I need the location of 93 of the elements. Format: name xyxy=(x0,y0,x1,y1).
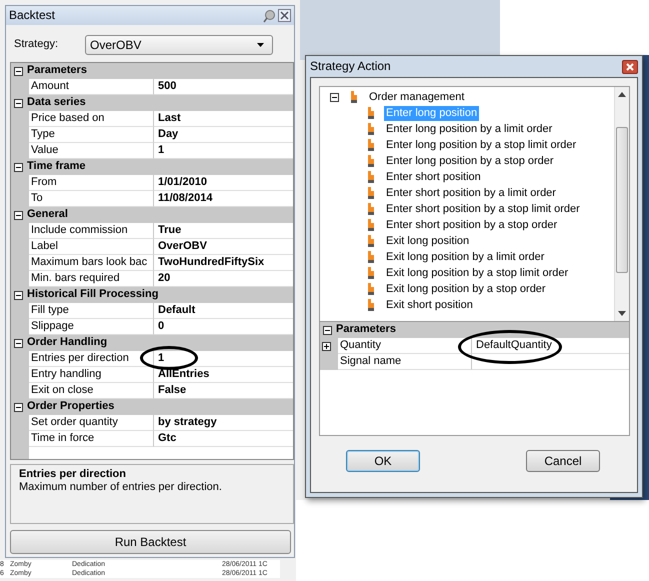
property-value[interactable]: AllEntries xyxy=(158,368,210,380)
property-value[interactable]: 1/01/2010 xyxy=(158,176,207,188)
expand-toggle[interactable] xyxy=(14,210,23,220)
tree-item[interactable]: Enter long position by a limit order xyxy=(384,122,554,136)
property-value[interactable]: Last xyxy=(158,112,181,124)
property-value[interactable]: OverOBV xyxy=(158,240,207,252)
expand-toggle[interactable] xyxy=(14,402,23,412)
category-header: Order Handling xyxy=(27,336,108,350)
scroll-up-icon[interactable] xyxy=(618,92,626,97)
expand-toggle[interactable] xyxy=(14,98,23,108)
scroll-down-icon[interactable] xyxy=(618,311,626,316)
expand-toggle[interactable] xyxy=(322,342,331,350)
expand-toggle[interactable] xyxy=(323,326,332,334)
strategy-dropdown[interactable]: OverOBV xyxy=(85,35,274,55)
window-title: Backtest xyxy=(9,8,56,23)
tree-item[interactable]: Exit long position xyxy=(384,234,472,248)
property-label: From xyxy=(29,175,154,191)
hand-icon xyxy=(366,122,376,136)
hand-icon xyxy=(366,154,376,168)
property-label: Time in force xyxy=(29,431,154,447)
expand-toggle[interactable] xyxy=(14,338,23,348)
tree-item[interactable]: Order management xyxy=(367,90,466,104)
property-label: Signal name xyxy=(340,355,402,367)
property-label: Type xyxy=(29,127,154,143)
run-backtest-button[interactable]: Run Backtest xyxy=(10,530,291,554)
tree-item[interactable]: Exit long position by a stop limit order xyxy=(384,266,570,280)
hand-icon xyxy=(366,282,376,296)
property-value[interactable]: 1 xyxy=(158,144,164,156)
category-header: Parameters xyxy=(27,64,87,78)
hand-icon xyxy=(349,90,359,104)
property-value[interactable]: 500 xyxy=(158,80,176,92)
property-label: Quantity xyxy=(340,339,381,351)
tree-item[interactable]: Enter short position by a limit order xyxy=(384,186,558,200)
property-label: Entries per direction xyxy=(29,351,154,367)
property-value[interactable]: False xyxy=(158,384,186,396)
property-value[interactable]: TwoHundredFiftySix xyxy=(158,256,264,268)
tree-item[interactable]: Exit long position by a stop order xyxy=(384,282,548,296)
category-header: Data series xyxy=(27,96,86,110)
tree-item[interactable]: Enter long position by a stop order xyxy=(384,154,556,168)
property-value[interactable]: 0 xyxy=(158,320,164,332)
close-icon xyxy=(626,62,634,70)
category-header: Historical Fill Processing xyxy=(27,288,158,302)
property-label: Include commission xyxy=(29,223,154,239)
expand-toggle[interactable] xyxy=(14,290,23,300)
description-title: Entries per direction xyxy=(19,468,127,482)
expand-toggle[interactable] xyxy=(14,66,23,76)
property-value[interactable]: 20 xyxy=(158,272,170,284)
tree-item[interactable]: Enter short position xyxy=(384,170,483,184)
dropdown-arrow-icon xyxy=(257,43,264,47)
property-value[interactable]: Default xyxy=(158,304,196,316)
scroll-thumb[interactable] xyxy=(616,127,628,273)
tree-item[interactable]: Exit long position by a limit order xyxy=(384,250,546,264)
category-header: Time frame xyxy=(27,160,86,174)
close-icon[interactable] xyxy=(278,9,291,22)
property-value[interactable]: 11/08/2014 xyxy=(158,192,212,204)
property-value[interactable]: Day xyxy=(158,128,178,140)
category-header: General xyxy=(27,208,68,222)
strategy-label: Strategy: xyxy=(14,38,58,52)
property-label: Maximum bars look bac xyxy=(29,255,154,271)
hand-icon xyxy=(366,234,376,248)
dialog-title: Strategy Action xyxy=(310,59,391,74)
expand-toggle[interactable] xyxy=(330,92,339,102)
hand-icon xyxy=(366,186,376,200)
ok-button[interactable]: OK xyxy=(346,450,420,472)
property-label: Entry handling xyxy=(29,367,154,383)
hand-icon xyxy=(366,250,376,264)
property-value[interactable]: by strategy xyxy=(158,416,217,428)
tree-item[interactable]: Enter short position by a stop order xyxy=(384,218,560,232)
property-label: Label xyxy=(29,239,154,255)
hand-icon xyxy=(366,170,376,184)
description-text: Maximum number of entries per direction. xyxy=(19,481,223,494)
hand-icon xyxy=(366,266,376,280)
property-value[interactable]: 1 xyxy=(158,352,164,364)
tree-item[interactable]: Enter short position by a stop limit order xyxy=(384,202,582,216)
property-label: Price based on xyxy=(29,111,154,127)
hand-icon xyxy=(366,202,376,216)
hand-icon xyxy=(366,298,376,312)
category-header: Order Properties xyxy=(27,400,114,414)
property-value[interactable]: DefaultQuantity xyxy=(476,339,552,351)
property-label: Set order quantity xyxy=(29,415,154,431)
tree-item[interactable]: Exit short position xyxy=(384,298,475,312)
property-label: Fill type xyxy=(29,303,154,319)
tree-item[interactable]: Enter long position by a stop limit order xyxy=(384,138,578,152)
cancel-button[interactable]: Cancel xyxy=(526,450,600,472)
expand-toggle[interactable] xyxy=(14,162,23,172)
category-header: Parameters xyxy=(336,323,396,337)
hand-icon xyxy=(366,138,376,152)
scrollbar[interactable] xyxy=(614,87,629,321)
hand-icon xyxy=(366,106,376,120)
property-value[interactable]: Gtc xyxy=(158,432,176,444)
close-button[interactable] xyxy=(622,60,638,74)
property-value[interactable]: True xyxy=(158,224,182,236)
hand-icon xyxy=(366,218,376,232)
